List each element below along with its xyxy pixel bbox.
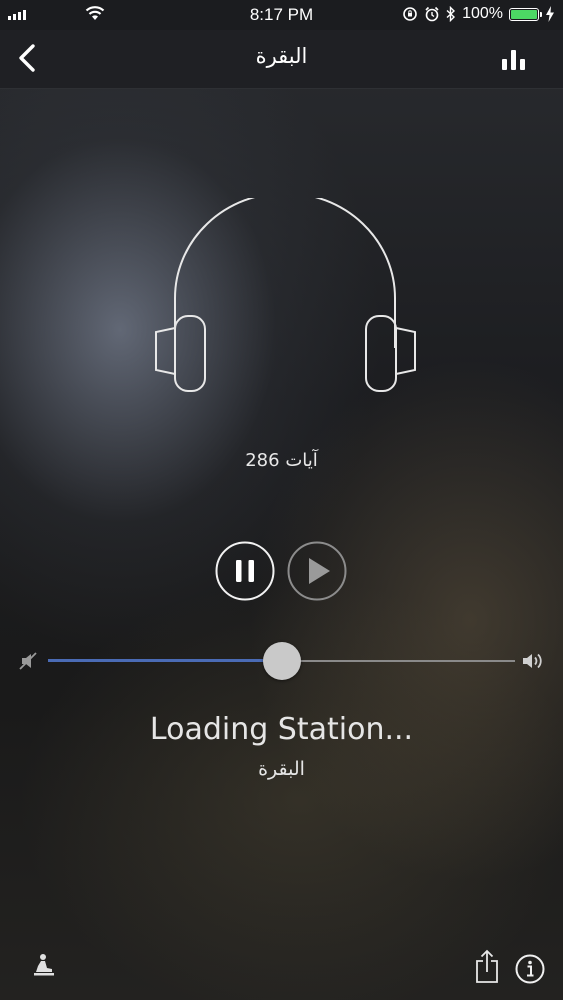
play-button[interactable] xyxy=(287,541,347,601)
alarm-icon xyxy=(425,6,439,22)
bluetooth-icon xyxy=(446,6,456,22)
share-icon[interactable] xyxy=(474,948,500,984)
volume-mute-icon xyxy=(19,652,37,670)
volume-track-fill xyxy=(48,659,282,662)
nav-bar: البقرة xyxy=(0,30,563,89)
page-title: البقرة xyxy=(255,44,308,68)
ayat-count: آيات 286 xyxy=(245,450,318,471)
volume-slider-thumb[interactable] xyxy=(262,642,301,680)
prayer-icon[interactable] xyxy=(32,952,56,978)
background xyxy=(0,0,563,1000)
status-title: Loading Station... xyxy=(149,712,414,747)
play-icon xyxy=(309,558,330,584)
info-icon[interactable] xyxy=(515,954,545,984)
pause-button[interactable] xyxy=(215,541,275,601)
rotation-lock-icon xyxy=(403,7,417,21)
charging-icon xyxy=(546,6,554,22)
back-button[interactable] xyxy=(10,40,46,76)
battery-icon xyxy=(509,7,542,21)
battery-fill xyxy=(511,9,537,19)
equalizer-icon xyxy=(502,59,507,70)
status-subtitle: البقرة xyxy=(258,758,305,780)
status-bar: 8:17 PM 100% xyxy=(0,0,563,30)
volume-icon xyxy=(523,653,542,669)
chevron-left-icon xyxy=(19,44,35,72)
pause-icon xyxy=(236,560,254,582)
headphones-icon xyxy=(155,198,416,392)
battery-percent: 100% xyxy=(462,5,503,22)
equalizer-button[interactable] xyxy=(502,50,525,70)
